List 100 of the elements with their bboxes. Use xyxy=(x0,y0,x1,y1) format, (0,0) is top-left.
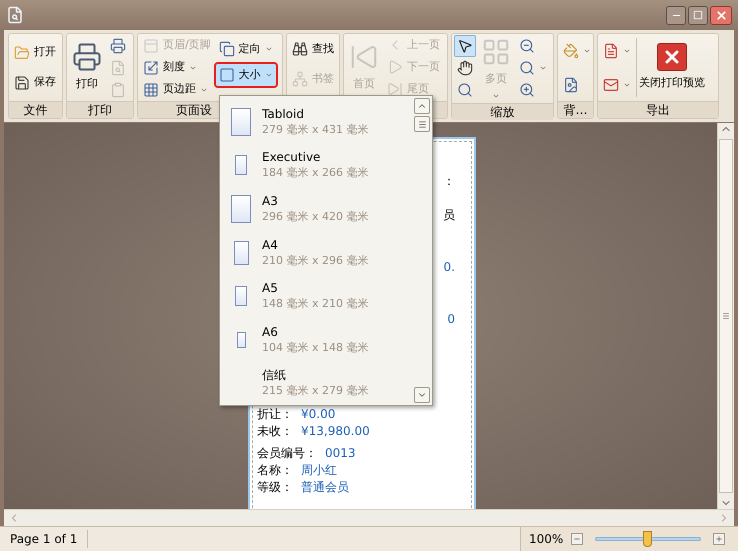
next-icon xyxy=(387,59,403,75)
scale-icon xyxy=(143,60,159,76)
size-dimensions: 296 毫米 x 420 毫米 xyxy=(262,208,368,224)
page-icon xyxy=(231,194,251,223)
size-option[interactable]: Executive 184 毫米 x 266 毫米 xyxy=(220,144,412,188)
page-size-icon xyxy=(218,67,235,83)
field-label: 会员编号： xyxy=(257,445,317,461)
page-icon xyxy=(235,286,247,306)
printer-icon xyxy=(110,38,126,54)
field-value: ¥0.00 xyxy=(301,406,336,422)
last-page-icon xyxy=(387,81,403,97)
zoom-slider-thumb[interactable] xyxy=(643,531,652,547)
page-text: 0. xyxy=(444,259,455,276)
group-label: 缩放 xyxy=(490,104,514,120)
field-label: 折让： xyxy=(257,406,293,422)
size-name: Executive xyxy=(262,150,322,166)
pointer-icon xyxy=(457,38,473,54)
group-label: 导出 xyxy=(646,102,670,119)
size-name: A6 xyxy=(262,324,279,340)
mail-icon xyxy=(603,76,619,92)
size-dimensions: 210 毫米 x 296 毫米 xyxy=(262,252,368,268)
group-label: 背… xyxy=(564,102,588,119)
close-icon xyxy=(714,8,728,22)
field-label: 名称： xyxy=(257,462,293,478)
zoom-tool-icon xyxy=(457,82,473,98)
size-option[interactable]: A6 104 毫米 x 148 毫米 xyxy=(220,318,412,362)
size-dimensions: 148 毫米 x 210 毫米 xyxy=(262,296,368,312)
close-icon xyxy=(657,43,687,72)
tool-button[interactable] xyxy=(454,35,476,58)
save-icon xyxy=(14,74,30,90)
menu-icon xyxy=(418,120,426,128)
page-text: 0 xyxy=(447,311,455,328)
ribbon-button[interactable]: 大小 xyxy=(216,64,276,86)
ribbon-button[interactable]: 保存 xyxy=(11,72,59,94)
field-value: 普通会员 xyxy=(301,479,349,495)
ribbon-button[interactable]: 页边距 xyxy=(140,78,214,100)
hand-icon xyxy=(457,60,473,76)
orientation-icon xyxy=(218,41,235,57)
size-option[interactable]: Tabloid 279 毫米 x 431 毫米 xyxy=(220,100,412,144)
group-label: 打印 xyxy=(88,102,112,119)
menu-expand-button[interactable] xyxy=(414,116,430,132)
zoom-out-icon xyxy=(519,38,535,54)
size-name: Tabloid xyxy=(262,106,305,122)
zoom-in-button[interactable] xyxy=(713,533,726,545)
ribbon-button[interactable]: 查找 xyxy=(289,38,337,60)
page-icon xyxy=(231,108,251,136)
clipboard-icon xyxy=(110,82,126,98)
close-preview-button[interactable]: 关闭打印预览 xyxy=(639,43,705,92)
ribbon-button[interactable]: 定向 xyxy=(216,38,276,60)
size-option[interactable]: A4 210 毫米 x 296 毫米 xyxy=(220,230,412,274)
zoom-icon xyxy=(519,60,535,76)
minimize-button[interactable] xyxy=(666,6,686,24)
page-text: ： xyxy=(443,173,455,190)
close-button[interactable] xyxy=(710,6,732,24)
scroll-thumb[interactable] xyxy=(719,139,733,493)
paint-bucket-icon xyxy=(563,42,579,58)
bookmark-tree-icon xyxy=(292,71,308,87)
size-dimensions: 104 毫米 x 148 毫米 xyxy=(262,340,368,355)
size-dimensions: 215 毫米 x 279 毫米 xyxy=(262,383,368,398)
field-label: 未收： xyxy=(257,423,293,439)
ribbon-button[interactable]: 打开 xyxy=(11,42,59,64)
group-label: 文件 xyxy=(24,102,48,119)
size-dimensions: 184 毫米 x 266 毫米 xyxy=(262,165,368,180)
page-text: 员 xyxy=(443,207,455,224)
scroll-up-button[interactable] xyxy=(414,98,430,114)
plus-icon xyxy=(715,535,724,543)
grip-icon xyxy=(722,312,730,320)
page-count: Page 1 of 1 xyxy=(0,530,88,548)
ribbon-button[interactable]: 打印 xyxy=(69,39,105,96)
app-icon xyxy=(6,6,24,24)
maximize-icon xyxy=(693,10,703,20)
size-dimensions: 279 毫米 x 431 毫米 xyxy=(262,122,368,137)
printer-icon xyxy=(72,42,102,72)
scroll-down-button[interactable] xyxy=(414,387,430,403)
pdf-file-icon xyxy=(603,42,619,58)
page-icon xyxy=(235,155,247,176)
page-icon xyxy=(236,332,246,348)
field-value: 周小红 xyxy=(301,462,337,478)
size-option[interactable]: 信纸 215 毫米 x 279 毫米 xyxy=(220,361,412,406)
zoom-level: 100% xyxy=(529,531,564,548)
page-icon xyxy=(234,240,248,265)
size-name: A3 xyxy=(262,194,279,209)
folder-icon xyxy=(14,44,30,60)
header-footer-icon xyxy=(143,38,159,54)
zoom-in-icon xyxy=(519,82,535,98)
field-value: ¥13,980.00 xyxy=(301,423,370,439)
size-name: A4 xyxy=(262,238,279,253)
field-value: 0013 xyxy=(325,445,356,461)
ribbon-button[interactable]: 刻度 xyxy=(140,56,214,78)
field-label: 等级： xyxy=(257,479,293,495)
watermark-icon xyxy=(563,76,579,92)
multi-page-icon xyxy=(481,37,511,67)
size-name: A5 xyxy=(262,281,279,296)
margins-icon xyxy=(143,82,159,98)
size-option[interactable]: A5 148 毫米 x 210 毫米 xyxy=(220,274,412,318)
zoom-out-button[interactable] xyxy=(571,533,584,545)
page-search-icon xyxy=(110,60,126,76)
binoculars-icon xyxy=(292,41,308,57)
size-option[interactable]: A3 296 毫米 x 420 毫米 xyxy=(220,187,412,231)
maximize-button[interactable] xyxy=(688,6,708,24)
